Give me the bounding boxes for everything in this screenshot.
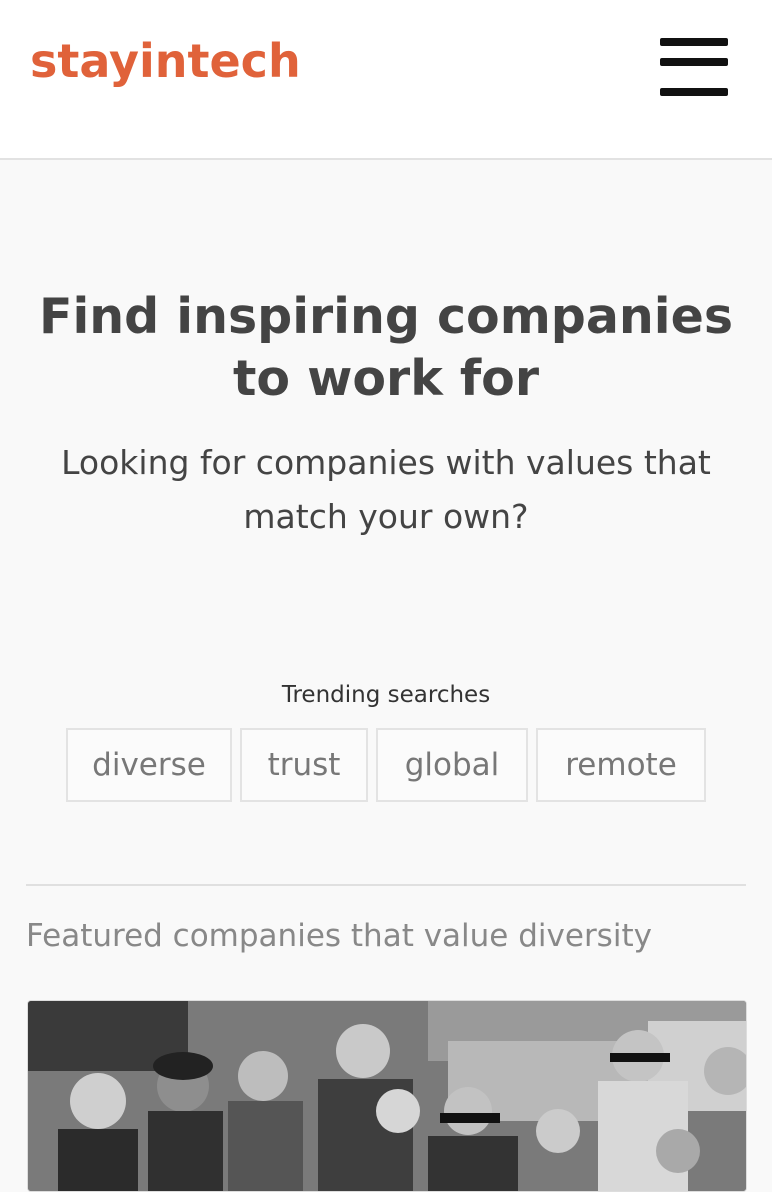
trending-label: Trending searches — [281, 682, 491, 708]
team-photo-image — [28, 1001, 746, 1191]
trending-chip-trust[interactable]: trust — [240, 728, 368, 802]
trending-chip-global[interactable]: global — [376, 728, 528, 802]
hero-subtitle: Looking for companies with values that m… — [61, 443, 711, 536]
featured-company-photo[interactable] — [27, 1000, 747, 1192]
site-header: stayintech — [0, 0, 772, 160]
hamburger-menu-icon[interactable] — [652, 36, 734, 100]
site-logo[interactable]: stayintech — [30, 34, 301, 88]
hero-title: Find inspiring companies to work for — [39, 288, 733, 407]
trending-chip-remote[interactable]: remote — [536, 728, 706, 802]
menu-bar — [660, 88, 728, 96]
trending-chip-diverse[interactable]: diverse — [66, 728, 232, 802]
menu-bar — [660, 38, 728, 46]
featured-heading: Featured companies that value diversity — [26, 918, 652, 954]
section-divider — [26, 884, 746, 886]
menu-bar — [660, 58, 728, 66]
